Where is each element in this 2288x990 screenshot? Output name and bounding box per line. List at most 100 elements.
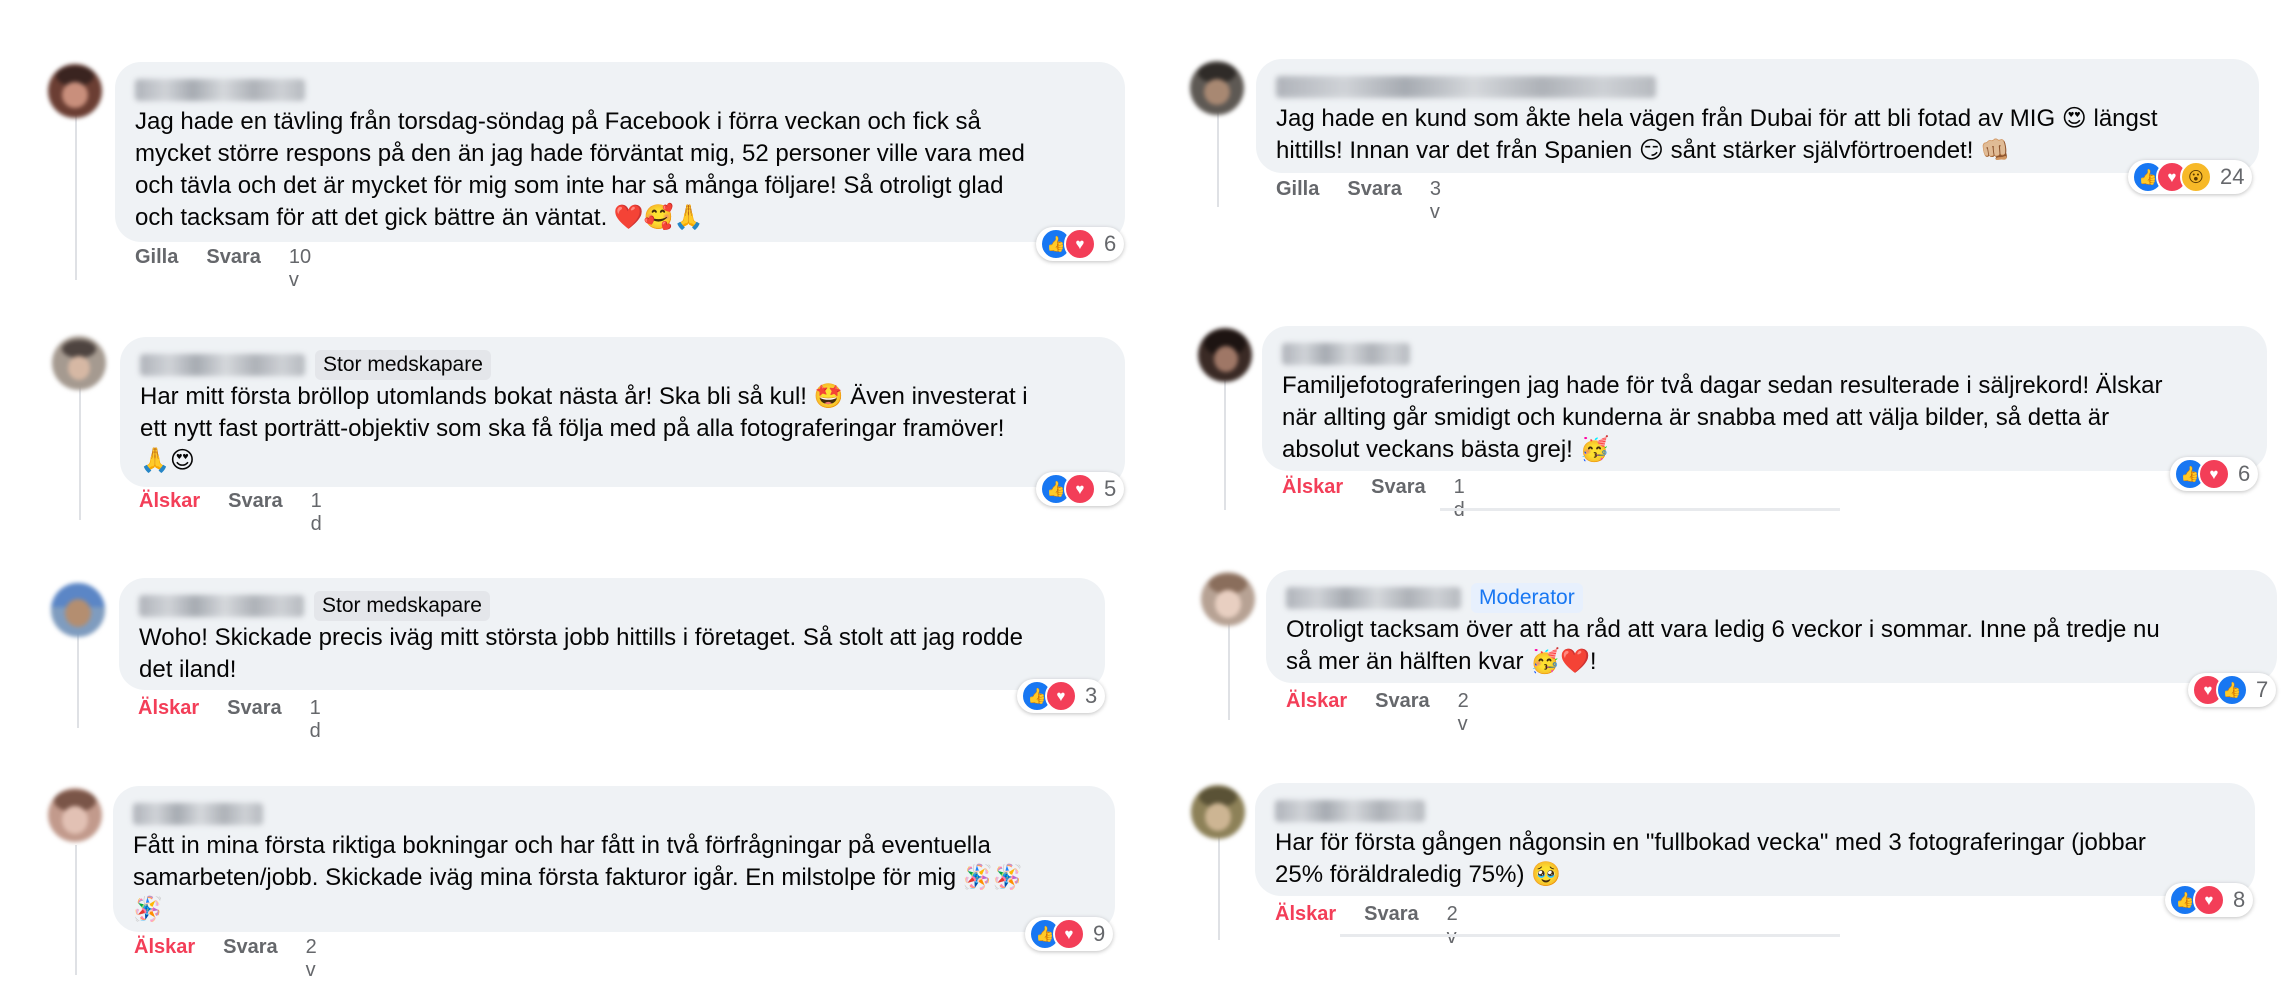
comment-bubble: Jag hade en kund som åkte hela vägen frå… (1256, 59, 2259, 173)
reaction-count: 8 (2233, 887, 2246, 912)
comment-timestamp[interactable]: 10 v (289, 246, 311, 292)
avatar[interactable] (1190, 61, 1244, 115)
contributor-badge: Stor medskapare (314, 591, 490, 621)
reaction-summary[interactable]: 👍 ♥ 5 (1036, 472, 1125, 506)
author-name[interactable] (1286, 587, 1461, 609)
comment-timestamp[interactable]: 1 d (1454, 476, 1465, 522)
avatar[interactable] (52, 336, 106, 390)
comment-actions: Gilla Svara 3 v (1276, 178, 1441, 224)
comment-actions: Älskar Svara 1 d (139, 490, 322, 536)
comment-text: Jag hade en tävling från torsdag-söndag … (135, 108, 1025, 231)
reaction-summary[interactable]: 👍 ♥ 8 (2165, 883, 2254, 917)
comment-timestamp[interactable]: 2 v (1447, 903, 1458, 949)
hidden-reply-placeholder (1440, 508, 1840, 511)
reply-button[interactable]: Svara (1371, 476, 1426, 522)
like-button[interactable]: Gilla (1276, 178, 1319, 224)
thread-line (79, 380, 81, 520)
author-name[interactable] (140, 354, 305, 376)
comment-actions: Älskar Svara 2 v (1275, 903, 1458, 949)
hidden-reply-placeholder (1340, 934, 1840, 937)
reaction-summary[interactable]: 👍 ♥ 3 (1017, 679, 1106, 713)
heart-icon: ♥ (1064, 473, 1096, 505)
reaction-count: 5 (1104, 476, 1117, 501)
reply-button[interactable]: Svara (1375, 690, 1430, 736)
avatar[interactable] (48, 788, 102, 842)
comment-actions: Älskar Svara 1 d (138, 697, 321, 743)
comment-bubble: Jag hade en tävling från torsdag-söndag … (115, 62, 1125, 242)
reply-button[interactable]: Svara (228, 490, 283, 536)
thread-line (75, 95, 77, 280)
comment-bubble: Fått in mina första riktiga bokningar oc… (113, 786, 1115, 932)
comment-actions: Älskar Svara 2 v (134, 936, 317, 982)
heart-icon: ♥ (1064, 228, 1096, 260)
like-button[interactable]: Gilla (135, 246, 178, 292)
comment-timestamp[interactable]: 2 v (1458, 690, 1469, 736)
comment-text: Woho! Skickade precis iväg mitt största … (139, 624, 1023, 683)
reaction-count: 3 (1085, 683, 1098, 708)
comment-timestamp[interactable]: 2 v (306, 936, 317, 982)
comment-text: Jag hade en kund som åkte hela vägen frå… (1276, 105, 2158, 164)
avatar[interactable] (48, 64, 102, 118)
author-name[interactable] (135, 79, 305, 101)
love-reaction-button[interactable]: Älskar (139, 490, 200, 536)
reaction-summary[interactable]: ♥ 👍 7 (2188, 673, 2277, 707)
comment-bubble: Familjefotograferingen jag hade för två … (1262, 326, 2267, 471)
wow-face-icon: 😮 (2180, 161, 2212, 193)
heart-icon: ♥ (2193, 884, 2225, 916)
comment-timestamp[interactable]: 3 v (1430, 178, 1441, 224)
heart-icon: ♥ (1045, 680, 1077, 712)
comment-actions: Älskar Svara 1 d (1282, 476, 1465, 522)
love-reaction-button[interactable]: Älskar (134, 936, 195, 982)
reply-button[interactable]: Svara (227, 697, 282, 743)
comment-text: Har mitt första bröllop utomlands bokat … (140, 383, 1028, 474)
comment-actions: Älskar Svara 2 v (1286, 690, 1469, 736)
author-name[interactable] (1275, 800, 1425, 822)
comment-text: Fått in mina första riktiga bokningar oc… (133, 832, 1023, 923)
reaction-summary[interactable]: 👍 ♥ 😮 24 (2128, 160, 2253, 194)
reaction-summary[interactable]: 👍 ♥ 9 (1025, 917, 1114, 951)
heart-icon: ♥ (1053, 918, 1085, 950)
reaction-count: 6 (1104, 231, 1117, 256)
reaction-count: 6 (2238, 461, 2251, 486)
comment-bubble: Stor medskapare Woho! Skickade precis iv… (119, 578, 1105, 690)
reaction-count: 24 (2220, 164, 2245, 189)
avatar[interactable] (1191, 785, 1245, 839)
moderator-badge: Moderator (1471, 583, 1583, 613)
comment-text: Familjefotograferingen jag hade för två … (1282, 372, 2163, 463)
thread-line (75, 845, 77, 975)
reply-button[interactable]: Svara (206, 246, 261, 292)
comment-timestamp[interactable]: 1 d (310, 697, 321, 743)
love-reaction-button[interactable]: Älskar (1286, 690, 1347, 736)
avatar[interactable] (51, 583, 105, 637)
thumbs-up-icon: 👍 (2216, 674, 2248, 706)
reaction-summary[interactable]: 👍 ♥ 6 (2170, 457, 2259, 491)
comment-text: Har för första gången någonsin en "fullb… (1275, 829, 2146, 888)
reply-button[interactable]: Svara (223, 936, 278, 982)
author-name[interactable] (1276, 76, 1656, 98)
comment-actions: Gilla Svara 10 v (135, 246, 311, 292)
love-reaction-button[interactable]: Älskar (1282, 476, 1343, 522)
comment-bubble: Stor medskapare Har mitt första bröllop … (120, 337, 1125, 487)
author-name[interactable] (139, 595, 304, 617)
comment-bubble: Har för första gången någonsin en "fullb… (1255, 783, 2255, 896)
reaction-count: 9 (1093, 921, 1106, 946)
comment-bubble: Moderator Otroligt tacksam över att ha r… (1266, 570, 2277, 683)
love-reaction-button[interactable]: Älskar (138, 697, 199, 743)
comment-text: Otroligt tacksam över att ha råd att var… (1286, 616, 2160, 675)
heart-icon: ♥ (2198, 458, 2230, 490)
comment-timestamp[interactable]: 1 d (311, 490, 322, 536)
thread-line (1228, 620, 1230, 720)
avatar[interactable] (1198, 328, 1252, 382)
reply-button[interactable]: Svara (1364, 903, 1419, 949)
avatar[interactable] (1201, 572, 1255, 626)
contributor-badge: Stor medskapare (315, 350, 491, 380)
reaction-summary[interactable]: 👍 ♥ 6 (1036, 227, 1125, 261)
thread-line (1218, 830, 1220, 940)
thread-line (77, 628, 79, 728)
love-reaction-button[interactable]: Älskar (1275, 903, 1336, 949)
reaction-count: 7 (2256, 677, 2269, 702)
author-name[interactable] (1282, 343, 1410, 365)
author-name[interactable] (133, 803, 263, 825)
reply-button[interactable]: Svara (1347, 178, 1402, 224)
thread-line (1224, 380, 1226, 510)
